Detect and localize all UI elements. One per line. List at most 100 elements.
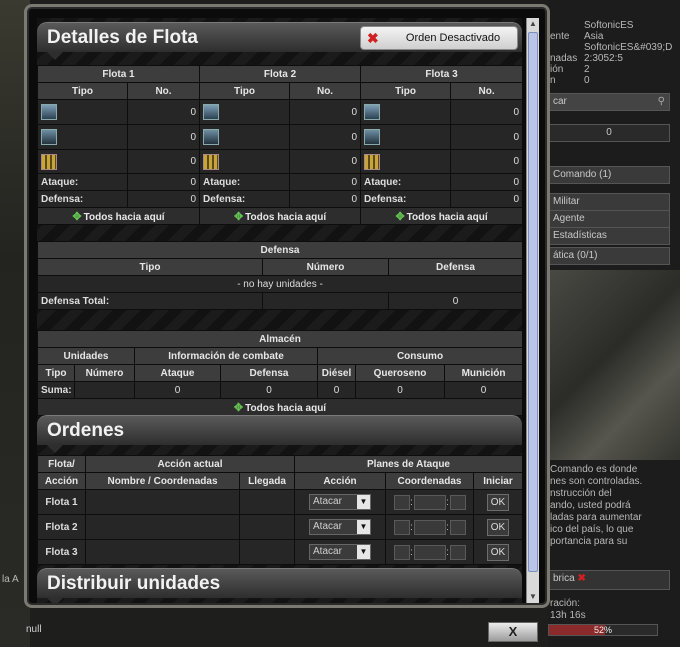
rp-menu-diplomatica[interactable]: ática (0/1) [548, 247, 670, 265]
ataque-label: Ataque: [199, 173, 291, 191]
scroll-down-icon[interactable]: ▼ [527, 591, 539, 603]
start-order-button[interactable]: OK [487, 518, 509, 536]
unit-type-icon[interactable] [203, 104, 220, 120]
rp-progress-text: 52% [594, 625, 613, 635]
fleet-details-header: Detalles de Flota ✖ Orden Desactivado [37, 22, 522, 60]
rp-menu-comando[interactable]: Comando (1) [548, 166, 670, 184]
fleet-1-header: Flota 1 [37, 65, 201, 83]
unit-count: 0 [126, 149, 201, 174]
col-tipo: Tipo [199, 82, 291, 100]
unit-count: 0 [450, 124, 522, 150]
fleet-1-all-here-link[interactable]: ✥ Todos hacia aquí [37, 207, 201, 225]
defense-title: Defensa [37, 241, 522, 259]
order-row-target [85, 539, 240, 565]
storage-group-combat: Información de combate [134, 347, 318, 365]
start-order-button[interactable]: OK [487, 493, 509, 511]
col-no: No. [126, 82, 201, 100]
unit-type-icon[interactable] [364, 129, 381, 145]
rp-alliance: SoftonicES&#039;D [584, 42, 673, 53]
rp-desc: portancia para su [550, 536, 628, 547]
rp-desc: Comando es donde [550, 464, 638, 475]
defense-col-type: Tipo [37, 258, 263, 276]
storage-col-diesel: Diésel [317, 364, 356, 382]
unit-count: 0 [126, 124, 201, 150]
rp-menu-militar[interactable]: Militar [548, 193, 670, 211]
coord-z-input[interactable] [449, 494, 466, 510]
move-arrows-icon: ✥ [395, 210, 405, 223]
orders-col-arrival: Llegada [239, 472, 295, 490]
defensa-label: Defensa: [360, 190, 452, 208]
order-row-target [85, 489, 240, 515]
coord-y-input[interactable] [413, 494, 446, 510]
rp-progress-bar: 52% [548, 624, 658, 636]
ammo-unit-icon[interactable] [203, 153, 220, 170]
defense-col-defense: Defensa [387, 258, 522, 276]
rp-desc: nstrucción del [550, 488, 612, 499]
unit-count: 0 [450, 99, 522, 125]
unit-type-icon[interactable] [203, 129, 220, 145]
coord-y-input[interactable] [413, 519, 446, 535]
chevron-down-icon: ▼ [357, 495, 370, 509]
rp-region: Asia [584, 31, 604, 42]
distribute-header[interactable]: Distribuir unidades [37, 568, 522, 603]
coord-y-input[interactable] [413, 544, 446, 560]
ammo-unit-icon[interactable] [41, 153, 57, 170]
orders-header: Ordenes [37, 415, 522, 453]
ataque-label: Ataque: [37, 173, 128, 191]
storage-col-attack: Ataque [134, 364, 221, 382]
rp-counter: 0 [548, 124, 670, 142]
orders-title: Ordenes [47, 420, 125, 441]
order-row-fleet: Flota 3 [37, 539, 86, 565]
storage-sum-defense: 0 [220, 381, 318, 399]
col-tipo: Tipo [37, 82, 128, 100]
defensa-label: Defensa: [37, 190, 128, 208]
storage-group-units: Unidades [37, 347, 135, 365]
close-button[interactable]: X [488, 622, 538, 642]
storage-col-defense: Defensa [220, 364, 318, 382]
orders-col-start: Iniciar [473, 472, 522, 490]
fleet-2-all-here-link[interactable]: ✥ Todos hacia aquí [199, 207, 362, 225]
vertical-scrollbar[interactable]: ▲ ▼ [526, 18, 539, 603]
coord-x-input[interactable] [393, 544, 410, 560]
rp-side-label: nadas [550, 53, 578, 64]
scroll-up-icon[interactable]: ▲ [527, 18, 539, 30]
order-row-arrival [239, 489, 295, 515]
rp-duration-label: ración: [550, 598, 581, 609]
coord-x-input[interactable] [393, 494, 410, 510]
order-action-select[interactable]: Atacar ▼ [309, 519, 371, 535]
rp-build-button[interactable]: brica ✖ [548, 570, 670, 590]
defensa-label: Defensa: [199, 190, 291, 208]
coord-x-input[interactable] [393, 519, 410, 535]
ammo-unit-icon[interactable] [364, 153, 381, 170]
unit-type-icon[interactable] [41, 104, 57, 120]
move-arrows-icon: ✥ [72, 210, 82, 223]
rp-side-label: n [550, 75, 556, 86]
header-notch [47, 598, 63, 603]
start-order-button[interactable]: OK [487, 543, 509, 561]
coord-z-input[interactable] [449, 544, 466, 560]
rp-menu-agente[interactable]: Agente [548, 210, 670, 228]
rp-desc: ando, usted podrá [550, 500, 631, 511]
move-arrows-icon: ✥ [233, 401, 244, 414]
storage-sum-label: Suma: [37, 381, 75, 399]
building-image [548, 270, 680, 460]
order-toggle-button[interactable]: ✖ Orden Desactivado [360, 26, 518, 50]
unit-type-icon[interactable] [41, 129, 57, 145]
coord-z-input[interactable] [449, 519, 466, 535]
deactivated-icon: ✖ [367, 30, 379, 46]
storage-all-here-link[interactable]: ✥ Todos hacia aquí [37, 398, 522, 416]
orders-col-plan-action: Acción [294, 472, 386, 490]
order-action-select[interactable]: Atacar ▼ [309, 494, 371, 510]
rp-value: 2 [584, 64, 590, 75]
unit-type-icon[interactable] [364, 104, 381, 120]
order-action-select[interactable]: Atacar ▼ [309, 544, 371, 560]
rp-search-input[interactable]: car ⚲ [548, 93, 670, 111]
rp-duration-value: 13h 16s [550, 610, 586, 621]
storage-sum-number [74, 381, 135, 399]
storage-group-consumption: Consumo [316, 347, 522, 365]
fleet-3-all-here-link[interactable]: ✥ Todos hacia aquí [360, 207, 522, 225]
rp-menu-estadisticas[interactable]: Estadísticas [548, 227, 670, 245]
ataque-label: Ataque: [360, 173, 452, 191]
rp-desc: ladas para aumentar [550, 512, 642, 523]
scroll-thumb[interactable] [528, 32, 538, 572]
